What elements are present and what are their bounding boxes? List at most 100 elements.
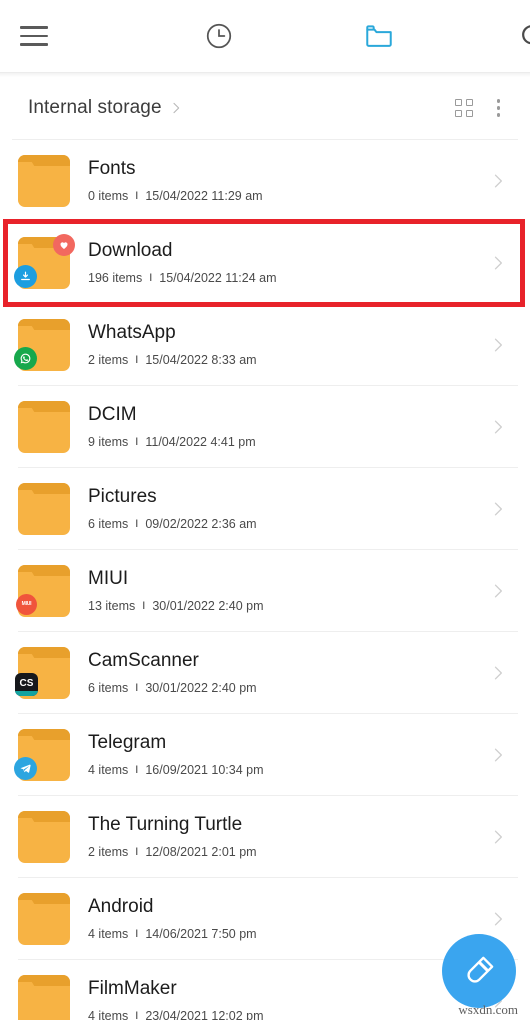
app-bar bbox=[0, 0, 530, 72]
kebab-dot bbox=[496, 113, 500, 117]
grid-view-button[interactable] bbox=[454, 99, 473, 117]
chevron-right-icon[interactable] bbox=[488, 581, 508, 601]
kebab-dot bbox=[496, 106, 500, 110]
whatsapp-badge-icon bbox=[14, 346, 37, 370]
file-manager-screen: Internal storage Fonts 0 items I 15/04/20 bbox=[0, 0, 530, 1020]
folder-date: 15/04/2022 11:24 am bbox=[159, 270, 277, 285]
path-bar: Internal storage bbox=[0, 77, 530, 139]
telegram-badge-icon bbox=[14, 756, 37, 780]
folder-row[interactable]: Fonts 0 items I 15/04/2022 11:29 am bbox=[0, 140, 530, 221]
kebab-dot bbox=[496, 99, 500, 103]
folder-text: Telegram 4 items I 16/09/2021 10:34 pm bbox=[88, 732, 478, 777]
folder-item-count: 4 items bbox=[88, 762, 129, 777]
folder-meta: 4 items I 14/06/2021 7:50 pm bbox=[88, 927, 478, 941]
download-badge-icon bbox=[14, 264, 37, 288]
folder-thumbnail bbox=[18, 810, 70, 863]
grid-cell bbox=[465, 110, 473, 117]
folder-meta: 2 items I 15/04/2022 8:33 am bbox=[88, 353, 478, 367]
folder-date: 30/01/2022 2:40 pm bbox=[145, 680, 257, 695]
folder-thumbnail bbox=[18, 974, 70, 1020]
folder-text: WhatsApp 2 items I 15/04/2022 8:33 am bbox=[88, 322, 478, 367]
meta-separator: I bbox=[149, 271, 153, 284]
folder-name: The Turning Turtle bbox=[88, 814, 243, 836]
folder-name: CamScanner bbox=[88, 650, 199, 672]
chevron-right-icon bbox=[168, 100, 184, 116]
folder-item-count: 2 items bbox=[88, 844, 129, 859]
folder-name: Download bbox=[88, 240, 173, 262]
folder-icon bbox=[18, 482, 70, 535]
folder-item-count: 9 items bbox=[88, 434, 129, 449]
folder-icon bbox=[18, 810, 70, 863]
chevron-right-icon[interactable] bbox=[488, 171, 508, 191]
chevron-right-icon[interactable] bbox=[488, 909, 508, 929]
chevron-right-icon[interactable] bbox=[488, 499, 508, 519]
folder-meta: 0 items I 15/04/2022 11:29 am bbox=[88, 189, 478, 203]
chevron-right-icon[interactable] bbox=[488, 417, 508, 437]
folder-thumbnail bbox=[18, 482, 70, 535]
folder-thumbnail: MIUI bbox=[16, 564, 70, 617]
cleaner-fab-button[interactable] bbox=[442, 934, 516, 1008]
folder-name: DCIM bbox=[88, 404, 137, 426]
folder-item-count: 4 items bbox=[88, 926, 129, 941]
folder-text: Download 196 items I 15/04/2022 11:24 am bbox=[88, 240, 478, 285]
meta-separator: I bbox=[135, 763, 139, 776]
chevron-right-icon[interactable] bbox=[488, 827, 508, 847]
folder-meta: 6 items I 09/02/2022 2:36 am bbox=[88, 517, 478, 531]
folder-name: WhatsApp bbox=[88, 322, 176, 344]
folder-name: Pictures bbox=[88, 486, 157, 508]
folder-row[interactable]: MIUI MIUI 13 items I 30/01/2022 2:40 pm bbox=[0, 550, 530, 631]
folder-icon bbox=[18, 892, 70, 945]
folder-date: 14/06/2021 7:50 pm bbox=[145, 926, 257, 941]
camscanner-badge-icon: CS bbox=[15, 672, 38, 696]
folder-thumbnail bbox=[14, 233, 75, 289]
folder-date: 15/04/2022 11:29 am bbox=[145, 188, 263, 203]
more-options-button[interactable] bbox=[496, 99, 500, 117]
folder-item-count: 0 items bbox=[88, 188, 129, 203]
grid-cell bbox=[454, 110, 462, 117]
folder-icon bbox=[18, 154, 70, 207]
folder-text: Android 4 items I 14/06/2021 7:50 pm bbox=[88, 896, 478, 941]
folder-thumbnail bbox=[14, 318, 70, 371]
folder-thumbnail bbox=[18, 892, 70, 945]
search-button[interactable] bbox=[498, 0, 530, 72]
folder-text: The Turning Turtle 2 items I 12/08/2021 2:0… bbox=[88, 814, 478, 859]
tab-recent[interactable] bbox=[184, 0, 254, 72]
folder-text: CamScanner 6 items I 30/01/2022 2:40 pm bbox=[88, 650, 478, 695]
folder-name: FilmMaker bbox=[88, 978, 177, 1000]
folder-text: DCIM 9 items I 11/04/2022 4:41 pm bbox=[88, 404, 478, 449]
miui-badge-icon: MIUI bbox=[16, 593, 37, 615]
folder-meta: 13 items I 30/01/2022 2:40 pm bbox=[88, 599, 478, 613]
folder-text: FilmMaker 4 items I 23/04/2021 12:02 pm bbox=[88, 978, 478, 1020]
grid-cell bbox=[465, 99, 473, 106]
chevron-right-icon[interactable] bbox=[488, 335, 508, 355]
menu-button[interactable] bbox=[2, 0, 66, 72]
folder-text: Fonts 0 items I 15/04/2022 11:29 am bbox=[88, 158, 478, 203]
watermark: wsxdn.com bbox=[458, 1002, 518, 1017]
chevron-right-icon[interactable] bbox=[488, 253, 508, 273]
folder-date: 15/04/2022 8:33 am bbox=[145, 352, 257, 367]
folder-row[interactable]: Download 196 items I 15/04/2022 11:24 am bbox=[0, 222, 530, 303]
folder-item-count: 6 items bbox=[88, 680, 129, 695]
meta-separator: I bbox=[135, 517, 139, 530]
folder-thumbnail bbox=[18, 154, 70, 207]
folder-item-count: 4 items bbox=[88, 1008, 129, 1020]
folder-row[interactable]: Pictures 6 items I 09/02/2022 2:36 am bbox=[0, 468, 530, 549]
tab-files[interactable] bbox=[344, 0, 414, 72]
meta-separator: I bbox=[135, 845, 139, 858]
folder-meta: 9 items I 11/04/2022 4:41 pm bbox=[88, 435, 478, 449]
folder-date: 11/04/2022 4:41 pm bbox=[145, 434, 256, 449]
breadcrumb[interactable]: Internal storage bbox=[28, 97, 184, 119]
folder-icon bbox=[366, 25, 392, 47]
folder-item-count: 196 items bbox=[88, 270, 143, 285]
folder-meta: 2 items I 12/08/2021 2:01 pm bbox=[88, 845, 478, 859]
folder-row[interactable]: Telegram 4 items I 16/09/2021 10:34 pm bbox=[0, 714, 530, 795]
folder-row[interactable]: The Turning Turtle 2 items I 12/08/2021 2:0… bbox=[0, 796, 530, 877]
folder-row[interactable]: CS CamScanner 6 items I 30/01/2022 2:40 pm bbox=[0, 632, 530, 713]
folder-meta: 4 items I 16/09/2021 10:34 pm bbox=[88, 763, 478, 777]
folder-thumbnail bbox=[14, 728, 70, 781]
chevron-right-icon[interactable] bbox=[488, 745, 508, 765]
chevron-right-icon[interactable] bbox=[488, 663, 508, 683]
folder-name: Fonts bbox=[88, 158, 136, 180]
folder-row[interactable]: DCIM 9 items I 11/04/2022 4:41 pm bbox=[0, 386, 530, 467]
folder-row[interactable]: WhatsApp 2 items I 15/04/2022 8:33 am bbox=[0, 304, 530, 385]
